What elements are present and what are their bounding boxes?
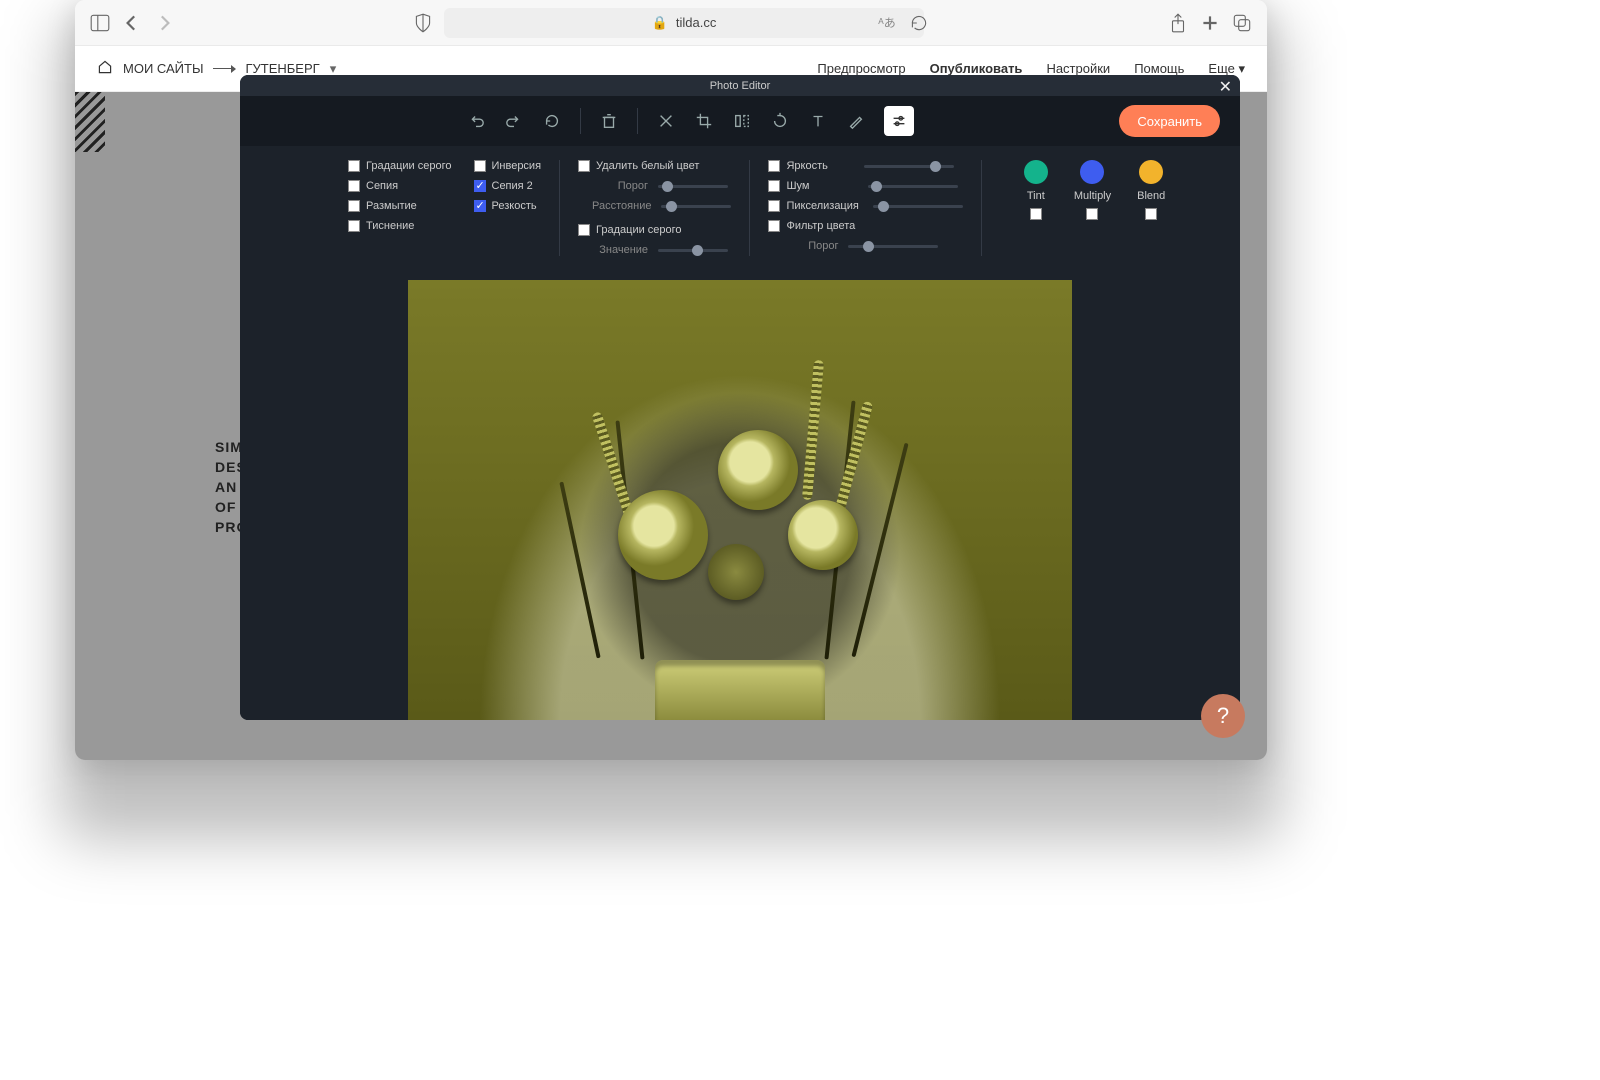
modal-titlebar: Photo Editor ✕: [240, 75, 1240, 96]
chk-sharpen[interactable]: Резкость: [474, 200, 542, 212]
tint-swatch[interactable]: [1024, 160, 1048, 184]
undo-icon[interactable]: [466, 111, 486, 131]
editor-toolbar: Сохранить: [240, 96, 1240, 146]
newtab-icon[interactable]: [1199, 12, 1221, 34]
share-icon[interactable]: [1167, 12, 1189, 34]
publish-link[interactable]: Опубликовать: [930, 61, 1023, 76]
edited-photo[interactable]: [408, 280, 1072, 720]
settings-link[interactable]: Настройки: [1046, 61, 1110, 76]
chk-invert[interactable]: Инверсия: [474, 160, 542, 172]
chk-sepia[interactable]: Сепия: [348, 180, 452, 192]
editor-canvas: [240, 274, 1240, 720]
rotate-icon[interactable]: [770, 111, 790, 131]
chk-blur[interactable]: Размытие: [348, 200, 452, 212]
address-bar[interactable]: 🔒 tilda.cc: [444, 8, 924, 38]
preview-link[interactable]: Предпросмотр: [817, 61, 905, 76]
forward-icon[interactable]: [153, 12, 175, 34]
redo-icon[interactable]: [504, 111, 524, 131]
multiply-swatch[interactable]: [1080, 160, 1104, 184]
tabs-icon[interactable]: [1231, 12, 1253, 34]
url-text: tilda.cc: [676, 15, 716, 30]
flip-icon[interactable]: [732, 111, 752, 131]
blend-swatch[interactable]: [1139, 160, 1163, 184]
chk-removewhite[interactable]: Удалить белый цвет: [578, 160, 731, 172]
draw-icon[interactable]: [846, 111, 866, 131]
back-icon[interactable]: [121, 12, 143, 34]
help-fab[interactable]: ?: [1201, 694, 1245, 738]
chk-emboss[interactable]: Тиснение: [348, 220, 452, 232]
slider-rw-threshold[interactable]: Порог: [578, 180, 731, 192]
chk-noise[interactable]: Шум: [768, 180, 962, 192]
browser-window: 🔒 tilda.cc ᴬあ МОИ САЙТЫ ГУТЕНБЕРГ ▾ Пред…: [75, 0, 1267, 760]
browser-toolbar: 🔒 tilda.cc ᴬあ: [75, 0, 1267, 46]
help-link[interactable]: Помощь: [1134, 61, 1184, 76]
photo-editor-modal: Photo Editor ✕: [240, 75, 1240, 720]
filter-panel: Градации серого Сепия Размытие Тиснение …: [240, 146, 1240, 274]
lock-icon: 🔒: [652, 15, 668, 31]
chk-grayscale2[interactable]: Градации серого: [578, 224, 731, 236]
tint-checkbox[interactable]: [1030, 208, 1042, 220]
save-button[interactable]: Сохранить: [1119, 105, 1220, 137]
sidebar-icon[interactable]: [89, 12, 111, 34]
filter-icon[interactable]: [884, 106, 914, 136]
chk-sepia2[interactable]: Сепия 2: [474, 180, 542, 192]
blend-checkbox[interactable]: [1145, 208, 1157, 220]
arrow-icon: [213, 68, 235, 69]
multiply-label: Multiply: [1074, 190, 1111, 202]
tint-label: Tint: [1027, 190, 1045, 202]
chk-brightness[interactable]: Яркость: [768, 160, 962, 172]
resize-icon[interactable]: [656, 111, 676, 131]
blend-label: Blend: [1137, 190, 1165, 202]
slider-rw-distance[interactable]: Расстояние: [578, 200, 731, 212]
delete-icon[interactable]: [599, 111, 619, 131]
chk-grayscale[interactable]: Градации серого: [348, 160, 452, 172]
chk-colorfilter[interactable]: Фильтр цвета: [768, 220, 962, 232]
project-link[interactable]: ГУТЕНБЕРГ: [245, 61, 319, 76]
slider-cf-threshold[interactable]: Порог: [768, 240, 962, 252]
reload-icon[interactable]: [908, 12, 930, 34]
modal-title: Photo Editor: [710, 80, 771, 92]
home-icon[interactable]: [97, 59, 113, 78]
slider-gs-value[interactable]: Значение: [578, 244, 731, 256]
mysites-link[interactable]: МОИ САЙТЫ: [123, 61, 203, 76]
translate-icon[interactable]: ᴬあ: [876, 12, 898, 34]
multiply-checkbox[interactable]: [1086, 208, 1098, 220]
reset-icon[interactable]: [542, 111, 562, 131]
chk-pixelate[interactable]: Пикселизация: [768, 200, 962, 212]
crop-icon[interactable]: [694, 111, 714, 131]
shield-icon[interactable]: [412, 12, 434, 34]
close-icon[interactable]: ✕: [1219, 77, 1232, 97]
text-icon[interactable]: [808, 111, 828, 131]
